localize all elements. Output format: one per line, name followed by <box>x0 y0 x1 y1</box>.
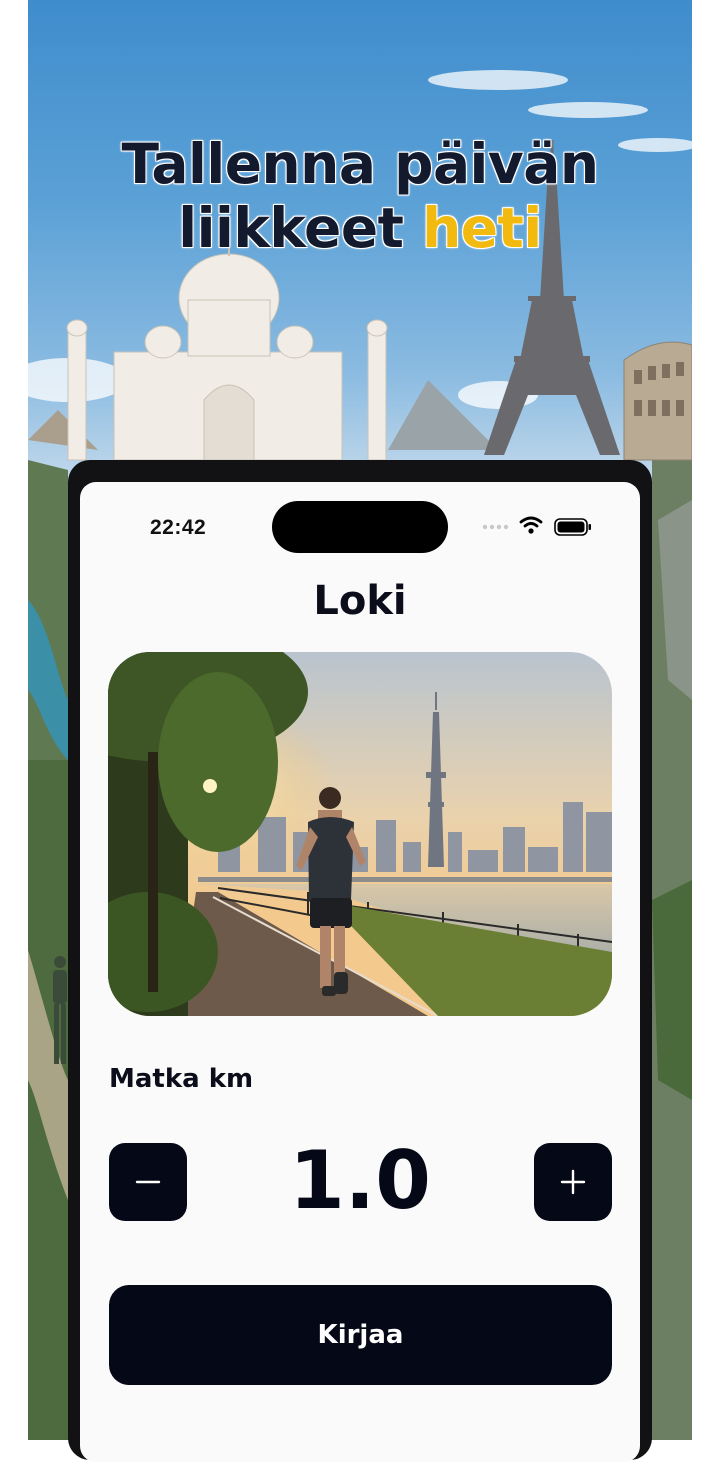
cellular-signal-icon <box>482 524 509 530</box>
headline-accent-word: heti <box>422 196 542 260</box>
headline-line-2: liikkeet heti <box>28 196 692 260</box>
status-time: 22:42 <box>150 516 207 539</box>
headline-line-1: Tallenna päivän <box>121 132 599 196</box>
wifi-icon <box>519 516 543 534</box>
page-title: Loki <box>313 578 407 624</box>
runner-photo <box>108 652 612 1016</box>
distance-label: Matka km <box>109 1064 254 1094</box>
decrement-button[interactable] <box>109 1143 187 1221</box>
distance-value: 1.0 <box>289 1134 431 1227</box>
minus-icon <box>135 1180 161 1184</box>
phone-frame: 22:42 Loki Matka km 1.0 Kirjaa <box>68 460 652 1462</box>
app-screen: 22:42 Loki Matka km 1.0 Kirjaa <box>80 482 640 1462</box>
dynamic-island <box>272 501 448 553</box>
log-button[interactable]: Kirjaa <box>109 1285 612 1385</box>
promo-headline: Tallenna päivän liikkeet heti <box>28 132 692 260</box>
increment-button[interactable] <box>534 1143 612 1221</box>
battery-icon <box>554 518 591 536</box>
plus-icon <box>560 1169 586 1195</box>
headline-line-2-text: liikkeet <box>178 196 423 260</box>
